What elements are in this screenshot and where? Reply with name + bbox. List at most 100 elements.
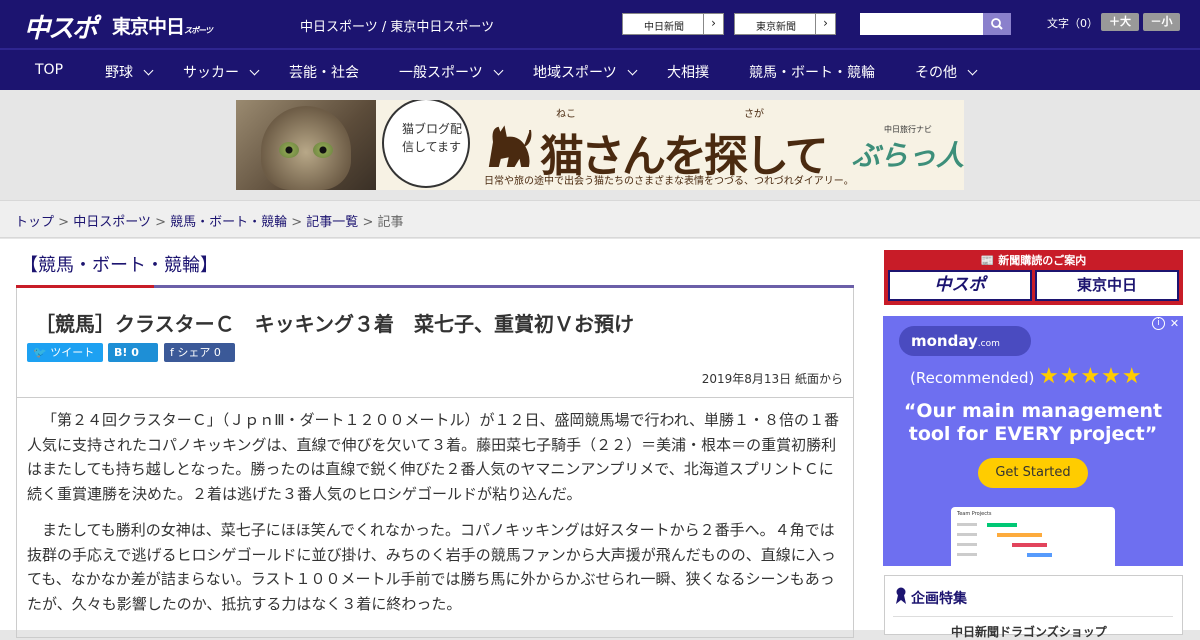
nav-item-label: 芸能・社会 bbox=[289, 65, 359, 81]
breadcrumb-current: 記事 bbox=[377, 215, 404, 230]
font-size-down-button[interactable]: －小 bbox=[1143, 13, 1180, 31]
breadcrumb: トップ > 中日スポーツ > 競馬・ボート・競輪 > 記事一覧 > 記事 bbox=[0, 200, 1200, 238]
monday-logo-text: monday bbox=[911, 332, 978, 350]
nav-item-entertainment[interactable]: 芸能・社会 bbox=[289, 62, 359, 82]
chunichi-shimbun-label: 中日新聞 bbox=[644, 22, 684, 33]
monday-logo-suffix: .com bbox=[977, 339, 1000, 349]
article-paragraph: 「第２４回クラスターＣ」（ＪｐｎⅢ・ダート１２００メートル）が１２日、盛岡競馬場… bbox=[27, 411, 839, 503]
chevron-down-icon bbox=[493, 65, 504, 76]
newspaper-icon: 📰 bbox=[980, 254, 995, 267]
monday-shot-title: Team Projects bbox=[957, 511, 992, 517]
font-size-label: 文字（0） bbox=[1047, 17, 1098, 30]
ad-ruby-saga: さが bbox=[744, 109, 764, 120]
main-content: 【競馬・ボート・競輪】 ［競馬］クラスターＣ キッキング３着 菜七子、重賞初Ｖお… bbox=[0, 239, 1200, 639]
ad-ruby-neko: ねこ bbox=[556, 109, 576, 120]
tokyo-chunichi-logo[interactable]: 東京中日スポーツ bbox=[112, 12, 213, 39]
cat-face bbox=[261, 106, 351, 190]
chevron-down-icon bbox=[967, 65, 978, 76]
nav-item-label: 野球 bbox=[105, 65, 133, 81]
article-title: ［競馬］クラスターＣ キッキング３着 菜七子、重賞初Ｖお預け bbox=[35, 312, 634, 336]
search-icon bbox=[991, 18, 1003, 30]
nav-item-label: その他 bbox=[915, 65, 957, 81]
cat-blog-ad-banner[interactable]: 猫ブログ配信してます ねこ さが 猫さんを探して 中日旅行ナビ ぶらっ人 日常や… bbox=[236, 100, 964, 190]
subscribe-tokyo-chunichi-logo[interactable]: 東京中日 bbox=[1035, 270, 1179, 301]
breadcrumb-article-list[interactable]: 記事一覧 bbox=[306, 215, 358, 230]
chevron-down-icon bbox=[627, 65, 638, 76]
search-button[interactable] bbox=[983, 13, 1011, 35]
star-rating-icon: ★★★★★ bbox=[1039, 364, 1143, 389]
monday-recommended: (Recommended) bbox=[910, 369, 1035, 387]
tokyo-chunichi-logo-small: スポーツ bbox=[184, 26, 213, 35]
twitter-icon: 🐦 bbox=[33, 346, 47, 359]
top-header: 中スポ 東京中日スポーツ 中日スポーツ / 東京中日スポーツ 中日新聞 › 東京新… bbox=[0, 0, 1200, 48]
cat-eye bbox=[279, 142, 299, 158]
nav-item-keiba[interactable]: 競馬・ボート・競輪 bbox=[749, 62, 875, 82]
monday-tagline: “Our main management tool for EVERY proj… bbox=[903, 400, 1163, 445]
monday-ad[interactable]: monday.com i ✕ (Recommended) ★★★★★ “Our … bbox=[883, 316, 1183, 566]
chunichi-shimbun-button[interactable]: 中日新聞 › bbox=[622, 13, 724, 35]
subscription-banner[interactable]: 📰 新聞購読のご案内 中スポ 東京中日 bbox=[884, 250, 1183, 305]
tokyo-shimbun-button[interactable]: 東京新聞 › bbox=[734, 13, 836, 35]
tokyo-chunichi-logo-text: 東京中日 bbox=[112, 16, 185, 38]
breadcrumb-keiba[interactable]: 競馬・ボート・競輪 bbox=[170, 215, 287, 230]
nav-item-other[interactable]: その他 bbox=[915, 62, 978, 82]
nav-item-label: 大相撲 bbox=[667, 65, 709, 81]
speech-bubble-text: 猫ブログ配信してます bbox=[402, 122, 463, 154]
nav-item-label: サッカー bbox=[183, 65, 239, 81]
article-paragraph: またしても勝利の女神は、菜七子にほほ笑んでくれなかった。コパノキッキングは好スタ… bbox=[27, 521, 836, 613]
nav-item-label: TOP bbox=[35, 62, 64, 78]
cat-silhouette-icon bbox=[488, 125, 532, 167]
features-title: 企画特集 bbox=[911, 591, 967, 607]
tweet-label: ツイート bbox=[50, 346, 95, 359]
ad-brand: ぶらっ人 bbox=[852, 139, 964, 172]
ribbon-icon bbox=[896, 587, 906, 604]
monday-logo: monday.com bbox=[899, 326, 1031, 356]
main-nav: TOP 野球 サッカー 芸能・社会 一般スポーツ 地域スポーツ 大相撲 競馬・ボ… bbox=[0, 48, 1200, 90]
search-input[interactable] bbox=[860, 13, 983, 35]
article-header: ［競馬］クラスターＣ キッキング３着 菜七子、重賞初Ｖお預け 🐦 ツイート B!… bbox=[16, 288, 854, 398]
cat-photo bbox=[236, 100, 376, 190]
article-body: 「第２４回クラスターＣ」（ＪｐｎⅢ・ダート１２００メートル）が１２日、盛岡競馬場… bbox=[16, 398, 854, 638]
nav-item-label: 一般スポーツ bbox=[399, 65, 483, 81]
tokyo-shimbun-label: 東京新聞 bbox=[756, 22, 796, 33]
subscription-title-text: 新聞購読のご案内 bbox=[998, 254, 1087, 267]
nav-item-soccer[interactable]: サッカー bbox=[183, 62, 260, 82]
nav-item-general-sports[interactable]: 一般スポーツ bbox=[399, 62, 504, 82]
chevron-down-icon bbox=[249, 65, 260, 76]
breadcrumb-chunichi-sports[interactable]: 中日スポーツ bbox=[73, 215, 151, 230]
nav-item-sumo[interactable]: 大相撲 bbox=[667, 62, 709, 82]
nav-item-local-sports[interactable]: 地域スポーツ bbox=[533, 62, 638, 82]
chevron-right-icon: › bbox=[703, 14, 723, 34]
site-links[interactable]: 中日スポーツ / 東京中日スポーツ bbox=[300, 16, 494, 35]
subscription-title: 📰 新聞購読のご案内 bbox=[884, 252, 1183, 268]
cat-eye bbox=[313, 142, 333, 158]
breadcrumb-top[interactable]: トップ bbox=[15, 215, 54, 230]
ad-subtitle: 日常や旅の途中で出会う猫たちのさまざまな表情をつづる、つれづれダイアリー。 bbox=[484, 176, 854, 187]
nav-item-label: 競馬・ボート・競輪 bbox=[749, 65, 875, 81]
features-item[interactable]: 中日新聞ドラゴンズショップ bbox=[893, 616, 1173, 639]
monday-product-screenshot: Team Projects bbox=[951, 507, 1115, 566]
nav-item-baseball[interactable]: 野球 bbox=[105, 62, 154, 82]
ad-info-icon[interactable]: i bbox=[1152, 317, 1165, 330]
tweet-button[interactable]: 🐦 ツイート bbox=[27, 343, 103, 362]
hatena-count: 0 bbox=[131, 346, 139, 359]
facebook-share-label: シェア 0 bbox=[177, 346, 221, 359]
nav-item-label: 地域スポーツ bbox=[533, 65, 617, 81]
hatena-icon: B! bbox=[114, 346, 128, 359]
subscribe-chuspo-logo[interactable]: 中スポ bbox=[888, 270, 1032, 301]
font-size-up-button[interactable]: ＋大 bbox=[1101, 13, 1139, 31]
ad-close-icon[interactable]: ✕ bbox=[1168, 317, 1181, 330]
article-date: 2019年8月13日 紙面から bbox=[701, 372, 843, 386]
chuspo-logo[interactable]: 中スポ bbox=[24, 8, 98, 45]
category-heading: 【競馬・ボート・競輪】 bbox=[20, 255, 218, 276]
facebook-share-button[interactable]: f シェア 0 bbox=[164, 343, 235, 362]
chevron-right-icon: › bbox=[815, 14, 835, 34]
get-started-button[interactable]: Get Started bbox=[978, 458, 1088, 488]
hatena-button[interactable]: B! 0 bbox=[108, 343, 158, 362]
features-box: 企画特集 中日新聞ドラゴンズショップ bbox=[884, 575, 1183, 639]
gantt-illustration bbox=[957, 523, 1052, 557]
speech-bubble: 猫ブログ配信してます bbox=[382, 100, 470, 188]
nav-item-top[interactable]: TOP bbox=[35, 62, 63, 78]
facebook-icon: f bbox=[170, 346, 174, 359]
chevron-down-icon bbox=[143, 65, 154, 76]
